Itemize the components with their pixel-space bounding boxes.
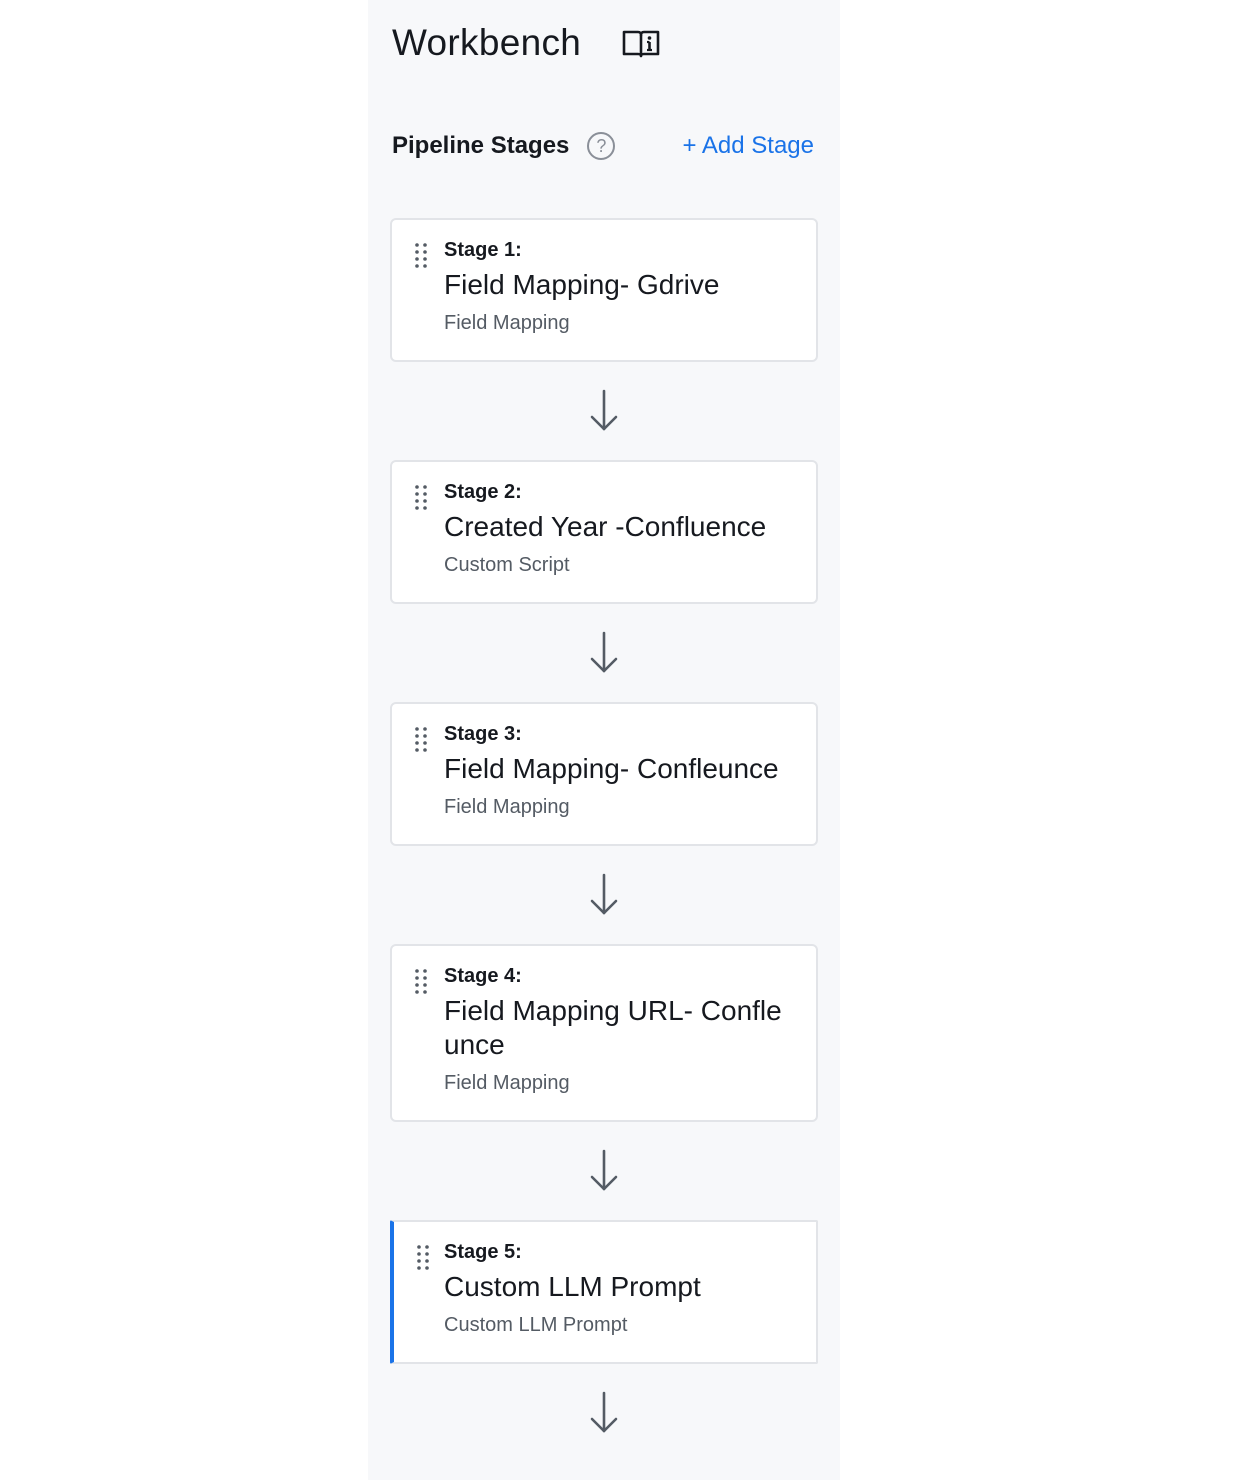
stage-card-5[interactable]: Stage 5: Custom LLM Prompt Custom LLM Pr… xyxy=(390,1220,818,1364)
stage-number: Stage 1: xyxy=(444,239,522,261)
drag-handle-icon[interactable] xyxy=(414,484,428,510)
pipeline-stages-title-group: Pipeline Stages ? xyxy=(392,132,616,160)
stage-connector xyxy=(390,604,818,702)
drag-handle-icon[interactable] xyxy=(414,968,428,994)
arrow-down-icon xyxy=(590,1391,618,1433)
pipeline-stages-title: Pipeline Stages xyxy=(392,132,570,159)
pipeline-stages-header: Pipeline Stages ? + Add Stage xyxy=(392,128,814,164)
stage-type: Custom LLM Prompt xyxy=(444,1314,628,1336)
stage-card-1[interactable]: Stage 1: Field Mapping- Gdrive Field Map… xyxy=(390,218,818,362)
stage-number: Stage 3: xyxy=(444,723,522,745)
stage-name: Field Mapping- Confleunce xyxy=(444,753,779,784)
workbench-panel: Workbench Pipeline Stages ? + Add Stage xyxy=(368,0,840,1480)
stage-number: Stage 2: xyxy=(444,481,522,503)
stage-name: Created Year -Confluence xyxy=(444,511,767,542)
stage-type: Custom Script xyxy=(444,554,570,576)
arrow-down-icon xyxy=(590,1149,618,1191)
page-title: Workbench xyxy=(392,22,582,63)
arrow-down-icon xyxy=(590,631,618,673)
stage-card-2[interactable]: Stage 2: Created Year -Confluence Custom… xyxy=(390,460,818,604)
drag-handle-icon[interactable] xyxy=(416,1244,430,1270)
arrow-down-icon xyxy=(590,389,618,431)
stage-type: Field Mapping xyxy=(444,1072,570,1094)
stage-connector xyxy=(390,362,818,460)
stage-connector xyxy=(390,1364,818,1462)
add-stage-button[interactable]: + Add Stage xyxy=(683,132,814,160)
drag-handle-icon[interactable] xyxy=(414,242,428,268)
stage-card-3[interactable]: Stage 3: Field Mapping- Confleunce Field… xyxy=(390,702,818,846)
help-icon[interactable]: ? xyxy=(587,132,616,160)
stage-type: Field Mapping xyxy=(444,796,570,818)
panel-header: Workbench xyxy=(392,22,661,64)
stage-type: Field Mapping xyxy=(444,312,570,334)
stage-card-4[interactable]: Stage 4: Field Mapping URL- Confleunce F… xyxy=(390,944,818,1122)
stage-name: Field Mapping- Gdrive xyxy=(444,269,720,300)
stage-connector xyxy=(390,846,818,944)
stage-number: Stage 4: xyxy=(444,965,522,987)
drag-handle-icon[interactable] xyxy=(414,726,428,752)
stage-number: Stage 5: xyxy=(444,1241,522,1263)
stage-list: Stage 1: Field Mapping- Gdrive Field Map… xyxy=(390,218,818,1462)
book-info-icon[interactable] xyxy=(621,27,661,59)
stage-name: Field Mapping URL- Confleunce xyxy=(444,995,782,1060)
stage-name: Custom LLM Prompt xyxy=(444,1271,701,1302)
arrow-down-icon xyxy=(590,873,618,915)
stage-connector xyxy=(390,1122,818,1220)
